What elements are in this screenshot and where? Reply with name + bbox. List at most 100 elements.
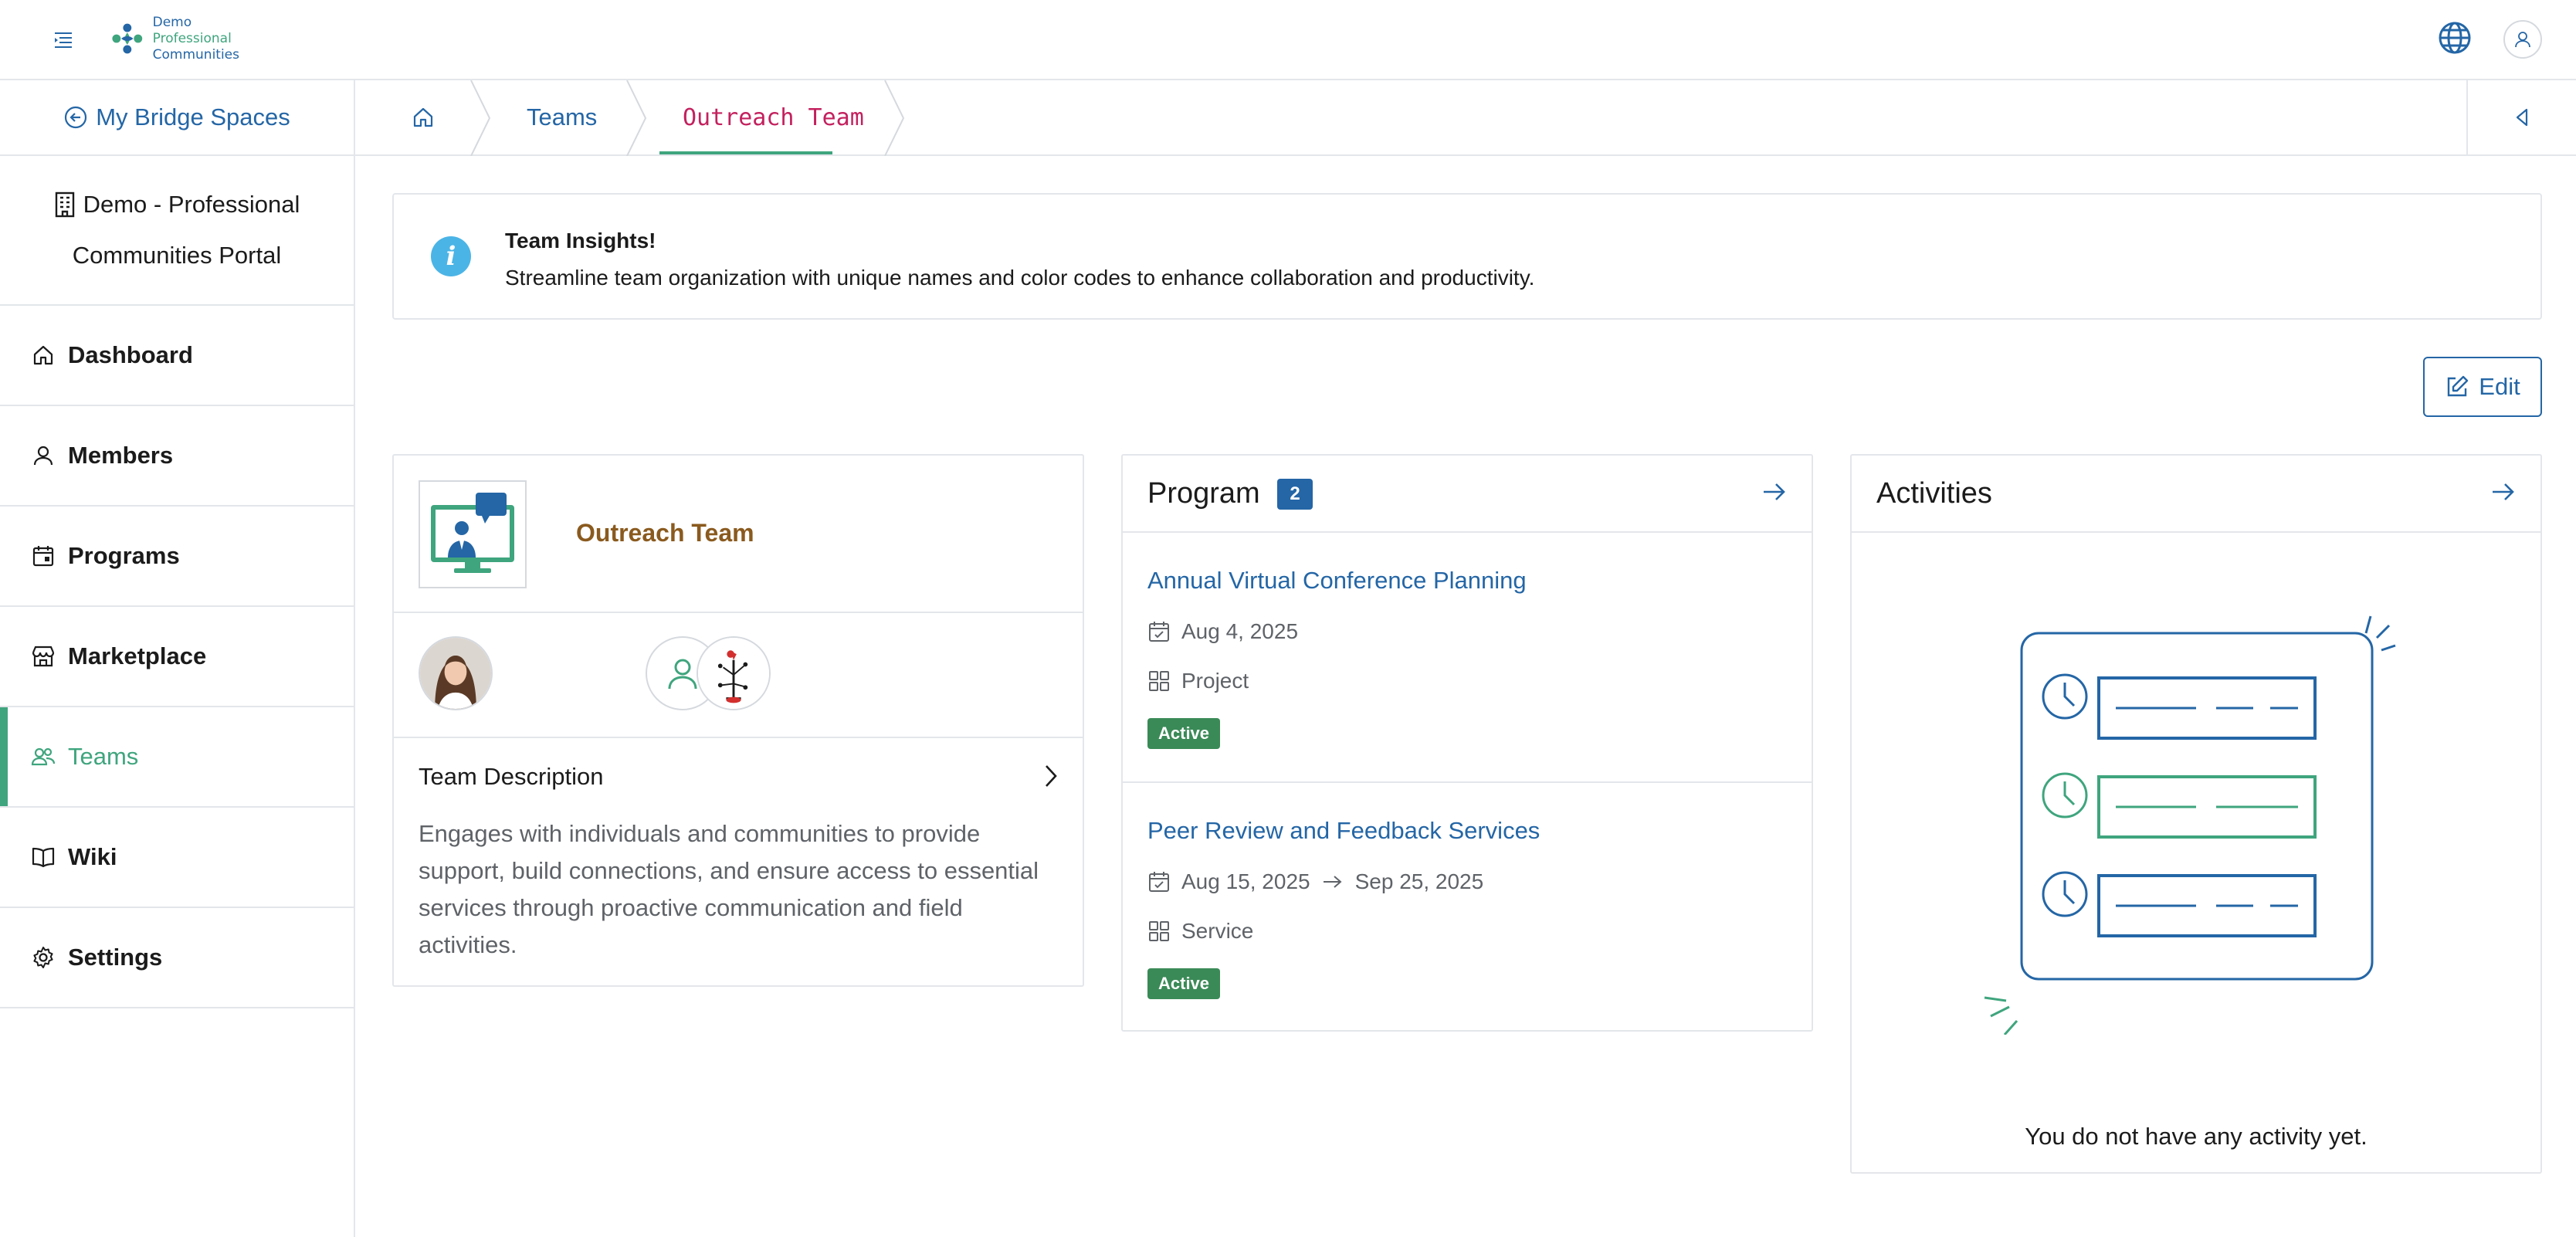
grid-icon: [1149, 921, 1169, 941]
program-type: Project: [1147, 669, 1249, 693]
member-avatar[interactable]: [697, 636, 771, 710]
sidebar-item-label: Teams: [68, 743, 139, 770]
member-photo: [420, 638, 491, 709]
breadcrumb-separator: [470, 80, 491, 156]
sidebar-item-label: Wiki: [68, 843, 117, 870]
program-date: Aug 4, 2025: [1147, 619, 1298, 644]
team-header: Outreach Team: [394, 456, 1083, 613]
org-name-line2: Communities Portal: [72, 242, 282, 269]
grid-icon: [1149, 671, 1169, 691]
no-activity-message: You do not have any activity yet.: [2025, 1123, 2368, 1150]
caret-left-icon: [2516, 108, 2528, 127]
sidebar-item-label: Settings: [68, 944, 163, 971]
program-end-date: Sep 25, 2025: [1354, 869, 1484, 893]
team-insights-banner: i Team Insights! Streamline team organiz…: [392, 193, 2542, 320]
arrow-right-icon[interactable]: [2490, 479, 2517, 509]
insight-title: Team Insights!: [505, 229, 656, 252]
logo-text-line3: Communities: [152, 46, 239, 63]
org-name-line1: Demo - Professional: [83, 191, 300, 218]
edit-icon: [2448, 375, 2469, 397]
team-description-text: Engages with individuals and communities…: [419, 820, 1039, 958]
sidebar-item-dashboard[interactable]: Dashboard: [0, 306, 354, 406]
home-icon: [31, 343, 56, 368]
arrow-right-icon[interactable]: [1761, 479, 1788, 509]
team-name: Outreach Team: [576, 519, 754, 547]
sidebar-item-wiki[interactable]: Wiki: [0, 808, 354, 908]
sidebar-item-label: Members: [68, 442, 174, 469]
virtual-meeting-icon: [431, 493, 514, 573]
breadcrumb: Teams Outreach Team: [355, 80, 2576, 156]
sidebar-item-label: Programs: [68, 542, 180, 569]
empty-activity-illustration: [1983, 602, 2415, 1035]
globe-icon[interactable]: [2437, 20, 2473, 56]
team-card: Outreach Team Team Description Engages w…: [392, 454, 1084, 987]
people-icon: [31, 744, 56, 769]
breadcrumb-separator: [626, 80, 647, 156]
book-icon: [31, 845, 56, 869]
chevron-right-icon[interactable]: [1042, 763, 1059, 793]
program-type-label: Project: [1181, 669, 1249, 693]
program-card-title: Program: [1147, 477, 1260, 510]
calendar-icon: [31, 544, 56, 568]
status-badge: Active: [1147, 968, 1221, 999]
team-members: [394, 613, 1083, 738]
logo-mark-icon: [112, 23, 143, 54]
program-title-link[interactable]: Annual Virtual Conference Planning: [1147, 567, 1527, 595]
program-card-header: Program 2: [1123, 456, 1812, 533]
edit-button-label: Edit: [2479, 373, 2520, 400]
building-icon: [55, 191, 74, 218]
logo-text-line2: Professional: [152, 30, 232, 46]
gear-icon: [31, 945, 56, 970]
program-card: Program 2 Annual Virtual Conference Plan…: [1121, 454, 1813, 1032]
back-to-spaces-link[interactable]: My Bridge Spaces: [0, 80, 354, 156]
logo-text-line1: Demo: [152, 14, 192, 30]
arrow-left-circle-icon: [65, 106, 87, 129]
sidebar-item-marketplace[interactable]: Marketplace: [0, 607, 354, 707]
program-item: Annual Virtual Conference Planning Aug 4…: [1123, 533, 1812, 783]
program-start-date: Aug 4, 2025: [1181, 619, 1299, 643]
program-type-label: Service: [1181, 919, 1254, 943]
sidebar-item-teams[interactable]: Teams: [0, 707, 354, 808]
sidebar-item-members[interactable]: Members: [0, 406, 354, 507]
arrow-right-icon: [1323, 876, 1342, 888]
home-icon: [413, 107, 433, 127]
organization-name: Demo - Professional Communities Portal: [0, 156, 354, 306]
sidebar-item-programs[interactable]: Programs: [0, 507, 354, 607]
program-count-badge: 2: [1277, 479, 1313, 510]
collapse-panel-button[interactable]: [2466, 80, 2576, 154]
user-icon: [2515, 32, 2530, 48]
user-menu-button[interactable]: [2503, 20, 2542, 59]
sidebar-item-label: Marketplace: [68, 642, 207, 669]
sidebar-item-label: Dashboard: [68, 341, 193, 368]
member-cartoon-photo: [698, 638, 769, 709]
person-icon: [31, 443, 56, 468]
edit-button[interactable]: Edit: [2423, 357, 2542, 417]
program-type: Service: [1147, 919, 1253, 944]
team-avatar: [419, 480, 527, 588]
breadcrumb-home[interactable]: [411, 80, 436, 154]
activities-card-title: Activities: [1876, 477, 1992, 510]
status-badge: Active: [1147, 718, 1221, 749]
top-bar: Demo Professional Communities: [0, 0, 2576, 80]
breadcrumb-separator: [884, 80, 905, 156]
person-icon: [668, 659, 697, 690]
logo[interactable]: Demo Professional Communities: [108, 11, 239, 66]
member-avatar[interactable]: [419, 636, 493, 710]
insight-text: Streamline team organization with unique…: [505, 266, 1535, 290]
breadcrumb-teams[interactable]: Teams: [527, 80, 597, 154]
store-icon: [31, 644, 56, 669]
sidebar: My Bridge Spaces Demo - Professional Com…: [0, 80, 355, 1237]
activities-card: Activities You do not have any activity …: [1850, 454, 2542, 1174]
sidebar-item-settings[interactable]: Settings: [0, 908, 354, 1008]
breadcrumb-current: Outreach Team: [683, 103, 864, 131]
calendar-check-icon: [1149, 622, 1169, 642]
activities-card-header: Activities: [1852, 456, 2540, 533]
menu-toggle-icon[interactable]: [46, 23, 80, 57]
program-title-link[interactable]: Peer Review and Feedback Services: [1147, 817, 1540, 845]
back-link-label: My Bridge Spaces: [96, 103, 290, 130]
info-icon: i: [431, 236, 471, 276]
calendar-check-icon: [1149, 872, 1169, 892]
breadcrumb-active-indicator: [659, 151, 832, 154]
team-description-heading: Team Description: [419, 763, 604, 790]
program-item: Peer Review and Feedback Services Aug 15…: [1123, 783, 1812, 1033]
